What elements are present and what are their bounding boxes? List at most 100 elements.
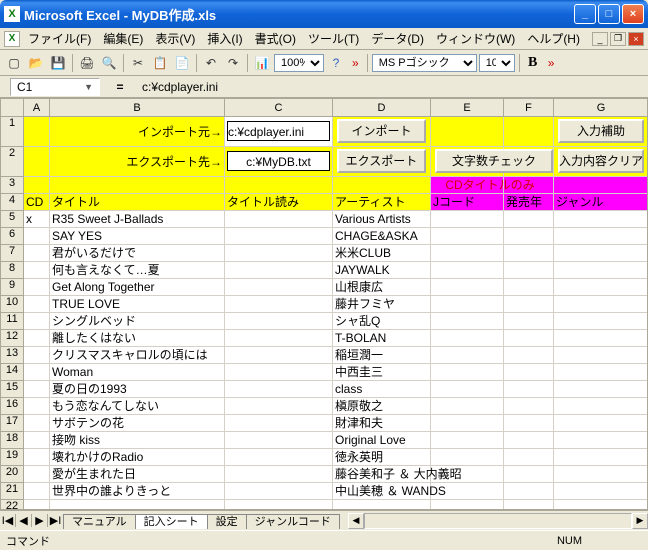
cell[interactable] [225, 262, 333, 279]
cell[interactable] [554, 279, 648, 296]
cell-artist[interactable]: 徳永英明 [333, 449, 431, 466]
maximize-button[interactable]: □ [598, 4, 620, 24]
cell[interactable] [225, 228, 333, 245]
input-helper-button[interactable]: 入力補助 [558, 119, 644, 143]
cell-title[interactable]: Get Along Together [50, 279, 225, 296]
col-header[interactable]: B [50, 99, 225, 117]
mdi-restore-button[interactable]: ❐ [610, 32, 626, 46]
cell-artist[interactable]: JAYWALK [333, 262, 431, 279]
bold-button[interactable]: B [524, 55, 542, 71]
cell-artist[interactable]: 中山美穂 ＆ WANDS [333, 483, 431, 500]
cell[interactable] [225, 347, 333, 364]
cell[interactable] [24, 262, 50, 279]
cell-title[interactable]: TRUE LOVE [50, 296, 225, 313]
cell[interactable] [504, 296, 554, 313]
col-header[interactable]: A [24, 99, 50, 117]
cell[interactable] [431, 432, 504, 449]
cell[interactable] [504, 483, 554, 500]
cell[interactable] [504, 466, 554, 483]
undo-icon[interactable]: ↶ [201, 53, 221, 73]
cell[interactable]: CDタイトルのみ [431, 177, 504, 194]
cell-title[interactable]: 何も言えなくて…夏 [50, 262, 225, 279]
cell-artist[interactable]: Various Artists [333, 211, 431, 228]
cell[interactable] [554, 313, 648, 330]
cell[interactable]: 入力内容クリア [554, 147, 648, 177]
horizontal-scrollbar[interactable]: ◀▶ [348, 513, 648, 529]
cell[interactable] [225, 398, 333, 415]
cell-title[interactable]: 愛が生まれた日 [50, 466, 225, 483]
cell[interactable] [431, 313, 504, 330]
cell[interactable] [333, 177, 431, 194]
cell[interactable] [225, 296, 333, 313]
cell-artist[interactable]: T-BOLAN [333, 330, 431, 347]
font-select[interactable]: MS Pゴシック [372, 54, 477, 72]
cell[interactable] [431, 262, 504, 279]
cell[interactable] [24, 466, 50, 483]
cell-artist[interactable]: シャ乱Q [333, 313, 431, 330]
cell-artist[interactable]: 米米CLUB [333, 245, 431, 262]
tab-first-icon[interactable]: I◀ [0, 514, 16, 527]
cell[interactable] [24, 381, 50, 398]
help-icon[interactable]: ? [326, 53, 346, 73]
cell[interactable] [24, 449, 50, 466]
cell[interactable] [554, 211, 648, 228]
cell[interactable] [504, 211, 554, 228]
cell[interactable]: c:¥MyDB.txt [225, 147, 333, 177]
row-header[interactable]: 6 [1, 228, 24, 245]
zoom-select[interactable]: 100% [274, 54, 324, 72]
row-header[interactable]: 10 [1, 296, 24, 313]
cell[interactable] [504, 117, 554, 147]
cell[interactable] [554, 432, 648, 449]
cut-icon[interactable]: ✂ [128, 53, 148, 73]
cell[interactable] [504, 330, 554, 347]
cell[interactable] [554, 245, 648, 262]
row-header[interactable]: 21 [1, 483, 24, 500]
sheet-tab[interactable]: 記入シート [135, 514, 208, 529]
cell[interactable] [554, 296, 648, 313]
cell-title[interactable]: Woman [50, 364, 225, 381]
cell[interactable] [554, 381, 648, 398]
mdi-minimize-button[interactable]: _ [592, 32, 608, 46]
row-header[interactable]: 12 [1, 330, 24, 347]
cell[interactable] [431, 347, 504, 364]
col-header[interactable]: G [554, 99, 648, 117]
cell[interactable] [554, 398, 648, 415]
formula-value[interactable]: c:¥cdplayer.ini [140, 80, 648, 94]
cell-artist[interactable]: 山根康広 [333, 279, 431, 296]
cell[interactable] [24, 415, 50, 432]
cell[interactable] [554, 364, 648, 381]
cell-title[interactable]: 夏の日の1993 [50, 381, 225, 398]
cell[interactable] [431, 449, 504, 466]
cell-title[interactable]: クリスマスキャロルの頃には [50, 347, 225, 364]
menu-item[interactable]: 挿入(I) [201, 30, 248, 48]
cell[interactable] [225, 415, 333, 432]
preview-icon[interactable]: 🔍 [99, 53, 119, 73]
cell[interactable] [24, 398, 50, 415]
cell[interactable] [554, 500, 648, 510]
row-header[interactable]: 11 [1, 313, 24, 330]
redo-icon[interactable]: ↷ [223, 53, 243, 73]
cell[interactable] [50, 177, 225, 194]
cell[interactable] [225, 500, 333, 510]
cell[interactable] [554, 449, 648, 466]
cell[interactable] [554, 483, 648, 500]
cell-artist[interactable]: 稲垣潤一 [333, 347, 431, 364]
cell[interactable] [554, 466, 648, 483]
cell[interactable]: エクスポート [333, 147, 431, 177]
cell-title[interactable]: サボテンの花 [50, 415, 225, 432]
open-icon[interactable]: 📂 [26, 53, 46, 73]
col-header[interactable]: E [431, 99, 504, 117]
cell[interactable] [225, 177, 333, 194]
cell-artist[interactable]: 中西圭三 [333, 364, 431, 381]
char-count-button[interactable]: 文字数チェック [435, 149, 553, 173]
col-header[interactable]: F [504, 99, 554, 117]
cell[interactable] [504, 245, 554, 262]
cell[interactable] [225, 279, 333, 296]
cell[interactable] [24, 117, 50, 147]
menu-item[interactable]: ウィンドウ(W) [430, 30, 521, 48]
cell[interactable] [24, 228, 50, 245]
size-select[interactable]: 10 [479, 54, 515, 72]
row-header[interactable]: 4 [1, 194, 24, 211]
cell[interactable] [24, 500, 50, 510]
cell[interactable] [431, 398, 504, 415]
